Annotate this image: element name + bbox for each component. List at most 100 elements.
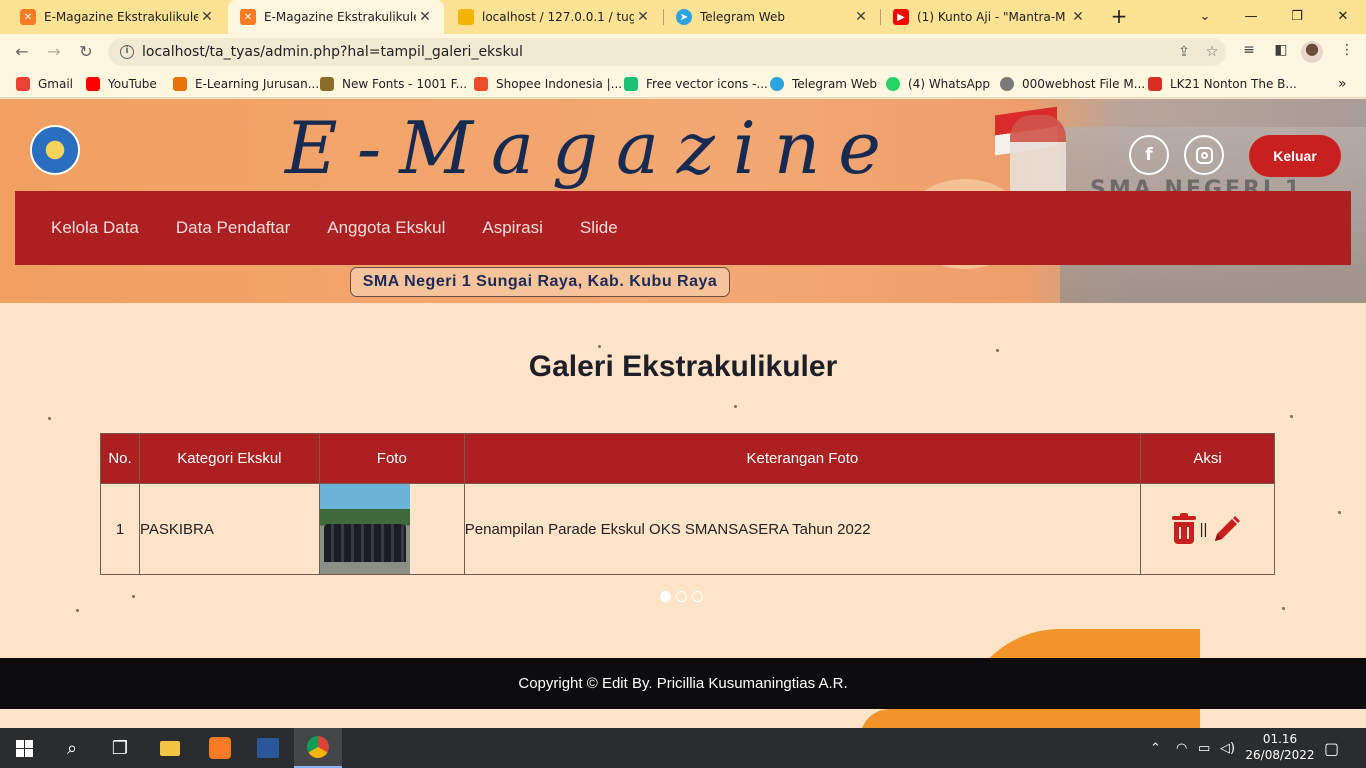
copyright-text: Copyright © Edit By. Pricillia Kusumanin… — [518, 675, 848, 692]
xampp-taskbar-icon[interactable] — [196, 728, 244, 768]
start-button[interactable] — [0, 728, 48, 768]
menu-kebab-icon[interactable]: ⋮ — [1336, 42, 1358, 62]
bookmark-label: Free vector icons -... — [646, 77, 768, 91]
nav-aspirasi[interactable]: Aspirasi — [482, 218, 542, 238]
tab-search-icon[interactable]: ⌄ — [1182, 0, 1228, 32]
trash-lid — [1171, 516, 1196, 520]
tab-close-icon[interactable]: ✕ — [198, 9, 216, 25]
window-close-icon[interactable]: ✕ — [1320, 0, 1366, 32]
paper-speck — [132, 595, 135, 598]
volume-icon[interactable]: ◁) — [1220, 728, 1235, 768]
tab-youtube[interactable]: ▶ (1) Kunto Aji - "Mantra-M ✕ — [881, 0, 1097, 34]
restore-icon[interactable]: ❐ — [1274, 0, 1320, 32]
tab-title: E-Magazine Ekstrakulikuler — [264, 10, 416, 24]
tab-title: (1) Kunto Aji - "Mantra-M — [917, 10, 1066, 24]
bookmark-lk21[interactable]: LK21 Nonton The B... — [1148, 76, 1297, 92]
bookmark-label: (4) WhatsApp — [908, 77, 991, 91]
bookmarks-bar: Gmail YouTube E-Learning Jurusan... New … — [0, 70, 1366, 98]
bookmark-freevector[interactable]: Free vector icons -... — [624, 76, 768, 92]
word-icon[interactable] — [244, 728, 292, 768]
lk21-icon — [1148, 77, 1162, 91]
xampp-icon: ✕ — [20, 9, 36, 25]
battery-icon[interactable]: ▭ — [1198, 728, 1210, 768]
bookmark-star-icon[interactable]: ☆ — [1198, 44, 1226, 60]
paper-speck — [734, 405, 737, 408]
main-navbar: Kelola Data Data Pendaftar Anggota Eksku… — [15, 191, 1351, 265]
profile-avatar[interactable] — [1301, 41, 1323, 63]
bookmark-000webhost[interactable]: 000webhost File M... — [1000, 76, 1145, 92]
tab-phpmyadmin[interactable]: localhost / 127.0.0.1 / tugas_ ✕ — [446, 0, 662, 34]
whatsapp-icon — [886, 77, 900, 91]
tab-e-magazine-1[interactable]: ✕ E-Magazine Ekstrakulikuler ✕ — [8, 0, 226, 34]
tab-close-icon[interactable]: ✕ — [852, 9, 870, 25]
facebook-icon[interactable]: f — [1129, 135, 1169, 175]
clock-date: 26/08/2022 — [1245, 748, 1315, 762]
new-tab-button[interactable]: + — [1108, 5, 1130, 27]
taskbar-clock[interactable]: 01.16 26/08/2022 — [1240, 731, 1320, 763]
url-text[interactable]: localhost/ta_tyas/admin.php?hal=tampil_g… — [142, 44, 1170, 60]
delete-trash-icon[interactable] — [1171, 513, 1196, 544]
share-icon[interactable]: ⇪ — [1170, 44, 1198, 60]
back-arrow-icon[interactable]: ← — [10, 40, 34, 64]
forward-arrow-icon[interactable]: → — [42, 40, 66, 64]
search-icon[interactable]: ⌕ — [48, 728, 96, 768]
gmail-icon — [16, 77, 30, 91]
tab-close-icon[interactable]: ✕ — [1069, 9, 1087, 25]
webhost-icon — [1000, 77, 1014, 91]
elearning-icon — [173, 77, 187, 91]
site-info-icon[interactable]: i — [120, 45, 134, 59]
file-explorer-icon[interactable] — [146, 728, 194, 768]
nav-slide[interactable]: Slide — [580, 218, 618, 238]
col-header-no: No. — [100, 433, 140, 484]
page-title: Galeri Ekstrakulikuler — [528, 350, 838, 383]
table-row: 1 PASKIBRA Penampilan Parade Ekskul OKS … — [100, 483, 1275, 575]
web-page: SMA NEGERI 1 E-Magazine f Keluar Kelola … — [0, 99, 1366, 728]
tut-wuri-handayani-logo — [30, 125, 80, 175]
col-header-aksi: Aksi — [1140, 433, 1275, 484]
youtube-icon — [86, 77, 100, 91]
bookmark-1001fonts[interactable]: New Fonts - 1001 F... — [320, 76, 467, 92]
tab-telegram[interactable]: ➤ Telegram Web ✕ — [664, 0, 880, 34]
carousel-dot-1[interactable] — [660, 591, 671, 602]
decorative-swoosh-bottom — [860, 709, 1200, 728]
reload-icon[interactable]: ↻ — [74, 40, 98, 64]
bookmark-elearning[interactable]: E-Learning Jurusan... — [173, 76, 319, 92]
carousel-dot-3[interactable] — [692, 591, 703, 602]
carousel-dot-2[interactable] — [676, 591, 687, 602]
windows-taskbar: ⌕ ❐ ⌃ ◠ ▭ ◁) 01.16 26/08/2022 ▢ — [0, 728, 1366, 768]
nav-kelola-data[interactable]: Kelola Data — [51, 218, 139, 238]
freevector-icon — [624, 77, 638, 91]
chevron-up-icon[interactable]: ⌃ — [1150, 728, 1161, 768]
nav-data-pendaftar[interactable]: Data Pendaftar — [176, 218, 290, 238]
school-name-badge: SMA Negeri 1 Sungai Raya, Kab. Kubu Raya — [350, 267, 730, 297]
notification-icon[interactable]: ▢ — [1324, 728, 1339, 768]
col-header-keterangan: Keterangan Foto — [463, 433, 1142, 484]
bookmark-shopee[interactable]: Shopee Indonesia |... — [474, 76, 622, 92]
youtube-icon: ▶ — [893, 9, 909, 25]
media-control-icon[interactable]: ≡ — [1238, 42, 1260, 62]
tab-close-icon[interactable]: ✕ — [634, 9, 652, 25]
instagram-icon[interactable] — [1184, 135, 1224, 175]
side-panel-icon[interactable]: ◧ — [1270, 42, 1292, 62]
shopee-icon — [474, 77, 488, 91]
edit-pencil-icon[interactable] — [1211, 513, 1243, 545]
bookmark-whatsapp[interactable]: (4) WhatsApp — [886, 76, 990, 92]
bookmark-telegram[interactable]: Telegram Web — [770, 76, 877, 92]
bookmark-youtube[interactable]: YouTube — [86, 76, 157, 92]
gallery-photo-thumbnail[interactable] — [319, 484, 410, 574]
minimize-icon[interactable]: — — [1228, 0, 1274, 32]
chrome-icon[interactable] — [294, 728, 342, 768]
logout-button[interactable]: Keluar — [1249, 135, 1341, 177]
col-header-foto: Foto — [318, 433, 465, 484]
tab-close-icon[interactable]: ✕ — [416, 9, 434, 25]
more-bookmarks-icon[interactable]: » — [1338, 76, 1347, 92]
tab-e-magazine-active[interactable]: ✕ E-Magazine Ekstrakulikuler ✕ — [228, 0, 444, 34]
wifi-icon[interactable]: ◠ — [1176, 728, 1187, 768]
address-bar[interactable]: i localhost/ta_tyas/admin.php?hal=tampil… — [108, 38, 1226, 66]
bookmark-label: Telegram Web — [792, 77, 877, 91]
bookmark-gmail[interactable]: Gmail — [16, 76, 73, 92]
instagram-glyph — [1195, 146, 1213, 164]
nav-anggota-ekskul[interactable]: Anggota Ekskul — [327, 218, 445, 238]
cell-no: 1 — [100, 483, 140, 575]
task-view-icon[interactable]: ❐ — [96, 728, 144, 768]
